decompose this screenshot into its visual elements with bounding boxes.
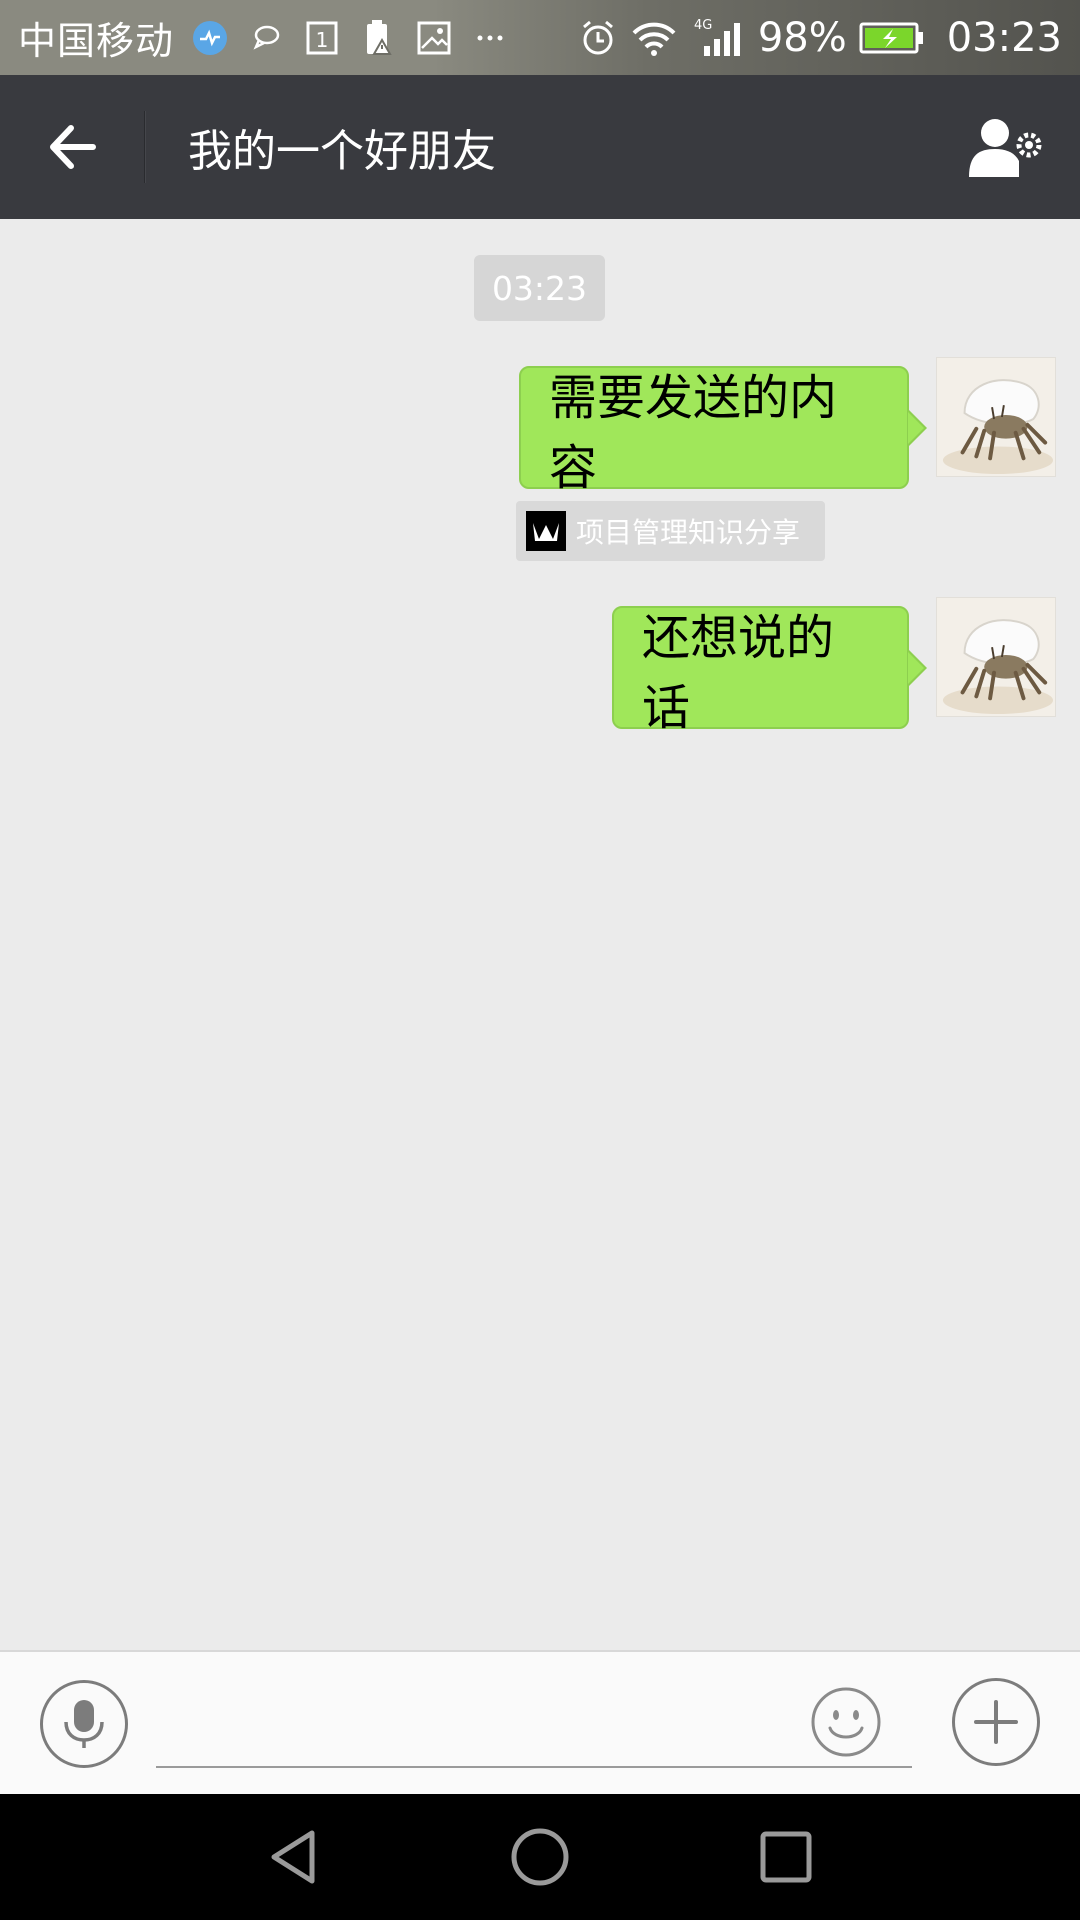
header-divider — [144, 111, 146, 183]
mini-program-source-tag[interactable]: 项目管理知识分享 — [516, 501, 825, 561]
voice-input-button[interactable] — [40, 1680, 128, 1768]
status-time: 03:23 — [946, 14, 1062, 61]
nav-recents-button[interactable] — [738, 1809, 834, 1905]
arrow-left-icon — [50, 125, 96, 169]
sim-1-icon: 1 — [302, 18, 342, 58]
user-settings-icon — [969, 119, 1042, 177]
message-bubble[interactable]: 还想说的话 — [612, 606, 927, 736]
health-icon — [190, 18, 230, 58]
my-avatar[interactable] — [936, 357, 1056, 477]
chat-title: 我的一个好朋友 — [188, 126, 496, 177]
chat-info-button[interactable] — [940, 75, 1070, 219]
source-name: 项目管理知识分享 — [576, 516, 801, 549]
microphone-icon — [64, 1700, 104, 1748]
back-button[interactable] — [0, 75, 144, 219]
plus-icon — [974, 1700, 1018, 1744]
smiley-icon — [811, 1687, 881, 1757]
nav-home-button[interactable] — [492, 1809, 588, 1905]
wifi-icon — [630, 18, 678, 58]
nav-recents-icon — [760, 1831, 812, 1883]
chat-header: 我的一个好朋友 — [0, 75, 1080, 219]
chat-bubble-icon — [246, 18, 286, 58]
network-type: 4G — [694, 18, 712, 33]
message-list[interactable]: 03:23 需要发送的内容 项目管理知识分享 还想说的话 — [0, 219, 1080, 1650]
battery-charging-icon — [859, 18, 925, 58]
image-icon — [414, 18, 454, 58]
crown-logo-icon — [526, 511, 566, 551]
hermit-crab-avatar-image — [937, 358, 1055, 476]
more-functions-button[interactable] — [952, 1678, 1040, 1766]
system-nav-bar — [0, 1794, 1080, 1920]
battery-warning-icon — [358, 18, 398, 58]
message-bubble[interactable]: 需要发送的内容 — [519, 366, 927, 496]
hermit-crab-avatar-image — [937, 598, 1055, 716]
carrier-name: 中国移动 — [18, 19, 175, 63]
more-dots-icon — [470, 18, 510, 58]
signal-icon: 4G — [690, 18, 746, 58]
nav-back-button[interactable] — [246, 1809, 342, 1905]
nav-back-icon — [271, 1830, 315, 1884]
my-avatar[interactable] — [936, 597, 1056, 717]
message-text-input[interactable] — [156, 1682, 912, 1768]
alarm-icon — [578, 18, 618, 58]
nav-home-icon — [511, 1828, 569, 1886]
emoji-button[interactable] — [810, 1686, 882, 1758]
battery-percent: 98% — [757, 14, 847, 61]
status-bar: 中国移动 1 4G 98% 03:23 — [0, 0, 1080, 75]
message-input-bar — [0, 1650, 1080, 1794]
svg-text:1: 1 — [316, 28, 329, 52]
message-timestamp: 03:23 — [474, 255, 605, 321]
